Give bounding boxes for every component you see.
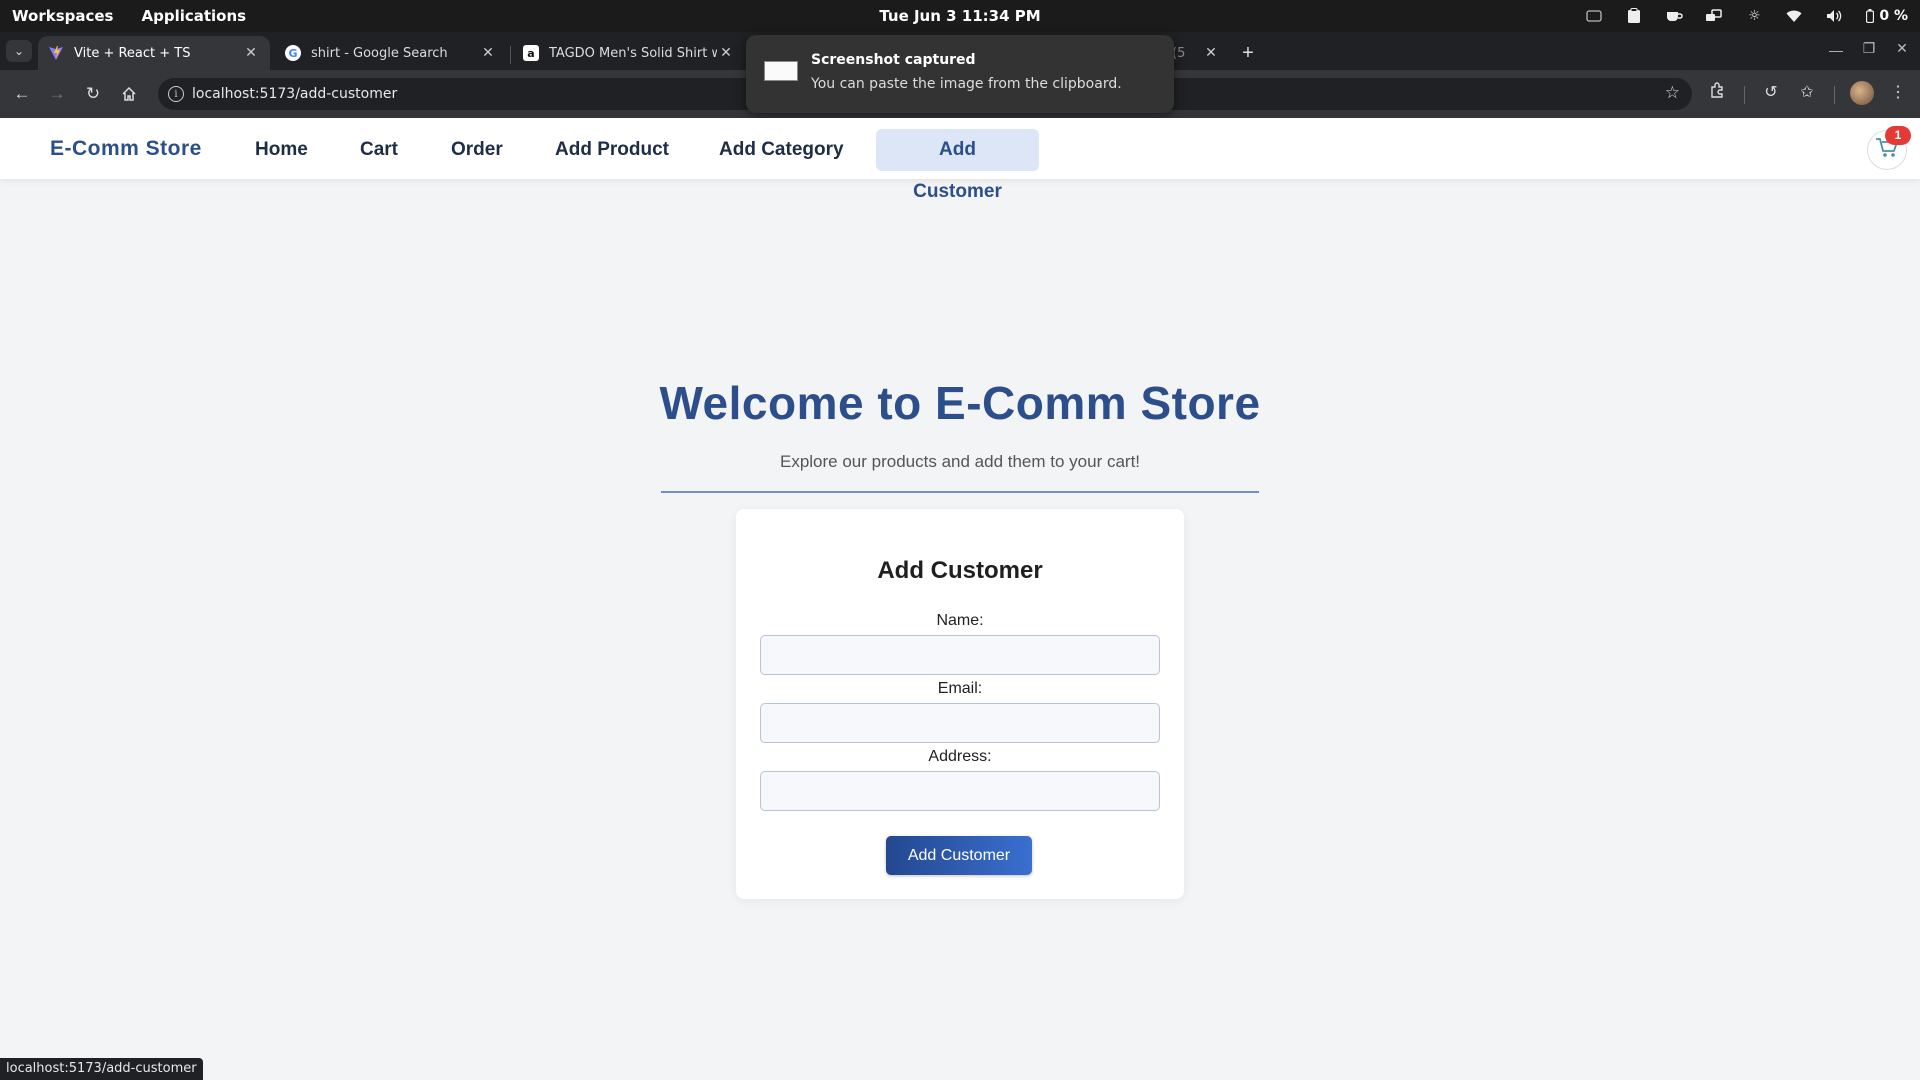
email-input[interactable]	[760, 703, 1160, 743]
reload-icon[interactable]: ↻	[81, 82, 105, 106]
battery-icon[interactable]	[1865, 7, 1875, 25]
address-label: Address:	[928, 748, 992, 765]
applications-button[interactable]: Applications	[141, 7, 246, 25]
tab-title: Vite + React + TS	[74, 45, 191, 61]
close-tab-icon[interactable]: ✕	[479, 45, 497, 61]
brand-logo[interactable]: E-Comm Store	[50, 118, 202, 179]
tab-amazon-shirt[interactable]: a TAGDO Men's Solid Shirt with ✕	[513, 36, 745, 70]
workspaces-button[interactable]: Workspaces	[12, 7, 113, 25]
link-status-bar: localhost:5173/add-customer	[0, 1058, 203, 1080]
add-customer-button[interactable]: Add Customer	[886, 836, 1032, 875]
tab-title: (5	[1172, 45, 1186, 61]
toolbar-divider	[1834, 86, 1835, 104]
add-customer-form: Add Customer Name: Email: Address: Add C…	[736, 509, 1184, 899]
tab-title: TAGDO Men's Solid Shirt with	[549, 45, 717, 61]
nav-order[interactable]: Order	[433, 129, 521, 171]
forward-icon[interactable]: →	[45, 82, 69, 106]
email-label: Email:	[937, 680, 983, 697]
screenshot-notification[interactable]: Screenshot captured You can paste the im…	[746, 35, 1174, 113]
form-title: Add Customer	[877, 557, 1043, 584]
name-input[interactable]	[760, 635, 1160, 675]
name-label: Name:	[936, 612, 984, 629]
app-navbar: E-Comm Store Home Cart Order Add Product…	[0, 118, 1920, 202]
amazon-icon: a	[523, 45, 539, 61]
volume-icon[interactable]	[1825, 7, 1843, 25]
nav-cart[interactable]: Cart	[342, 129, 416, 171]
restore-window-icon[interactable]: ❐	[1859, 40, 1879, 57]
coffee-icon[interactable]	[1665, 7, 1684, 25]
profile-avatar[interactable]	[1850, 81, 1874, 105]
battery-percentage: 0 %	[1879, 8, 1908, 24]
screenshot-thumbnail	[764, 61, 798, 81]
cart-count-badge: 1	[1885, 126, 1911, 145]
tab-vite-react[interactable]: Vite + React + TS ✕	[38, 36, 270, 70]
brightness-icon[interactable]: ☼	[1745, 7, 1763, 25]
close-tab-icon[interactable]: ✕	[1202, 45, 1220, 61]
extensions-icon[interactable]	[1705, 82, 1729, 103]
address-input[interactable]	[760, 771, 1160, 811]
tab-google-search[interactable]: G shirt - Google Search ✕	[275, 36, 507, 70]
network-sync-icon[interactable]	[1705, 7, 1723, 25]
minimize-window-icon[interactable]: —	[1826, 42, 1846, 58]
tab-title: shirt - Google Search	[311, 45, 448, 61]
close-tab-icon[interactable]: ✕	[242, 45, 260, 61]
system-clock[interactable]: Tue Jun 3 11:34 PM	[879, 7, 1040, 25]
notification-title: Screenshot captured	[811, 52, 976, 68]
bookmark-star-icon[interactable]: ☆	[1665, 83, 1680, 103]
nav-add-customer[interactable]: Add Customer	[876, 129, 1039, 202]
vite-icon	[48, 45, 64, 61]
tab-partial[interactable]: (5 ✕	[1168, 36, 1224, 70]
hero-divider	[661, 491, 1259, 493]
browser-menu-icon[interactable]: ⋮	[1886, 82, 1910, 102]
bookmarks-icon[interactable]: ✩	[1795, 82, 1819, 102]
clipboard-icon[interactable]	[1625, 7, 1643, 25]
close-tab-icon[interactable]: ✕	[717, 45, 735, 61]
hero-title: Welcome to E-Comm Store	[659, 377, 1261, 429]
toolbar-divider	[1744, 86, 1745, 104]
nav-add-category[interactable]: Add Category	[701, 129, 862, 171]
history-icon[interactable]: ↺	[1759, 82, 1783, 102]
site-info-icon[interactable]: i	[168, 86, 184, 102]
tab-separator	[510, 46, 511, 64]
close-window-icon[interactable]: ✕	[1892, 40, 1912, 57]
screen-icon[interactable]	[1585, 7, 1603, 25]
nav-home[interactable]: Home	[237, 129, 326, 171]
nav-add-product[interactable]: Add Product	[537, 129, 687, 171]
home-icon[interactable]	[117, 82, 141, 106]
back-icon[interactable]: ←	[10, 82, 34, 106]
new-tab-button[interactable]: +	[1233, 36, 1263, 70]
tab-search-button[interactable]: ⌄	[6, 40, 32, 62]
notification-body: You can paste the image from the clipboa…	[811, 76, 1122, 92]
url-text[interactable]: localhost:5173/add-customer	[192, 78, 397, 110]
web-page: E-Comm Store Home Cart Order Add Product…	[0, 118, 1920, 1080]
wifi-icon[interactable]	[1785, 7, 1803, 25]
system-top-bar: Workspaces Applications Tue Jun 3 11:34 …	[0, 0, 1920, 32]
hero-subtitle: Explore our products and add them to you…	[779, 452, 1141, 471]
google-icon: G	[285, 45, 301, 61]
